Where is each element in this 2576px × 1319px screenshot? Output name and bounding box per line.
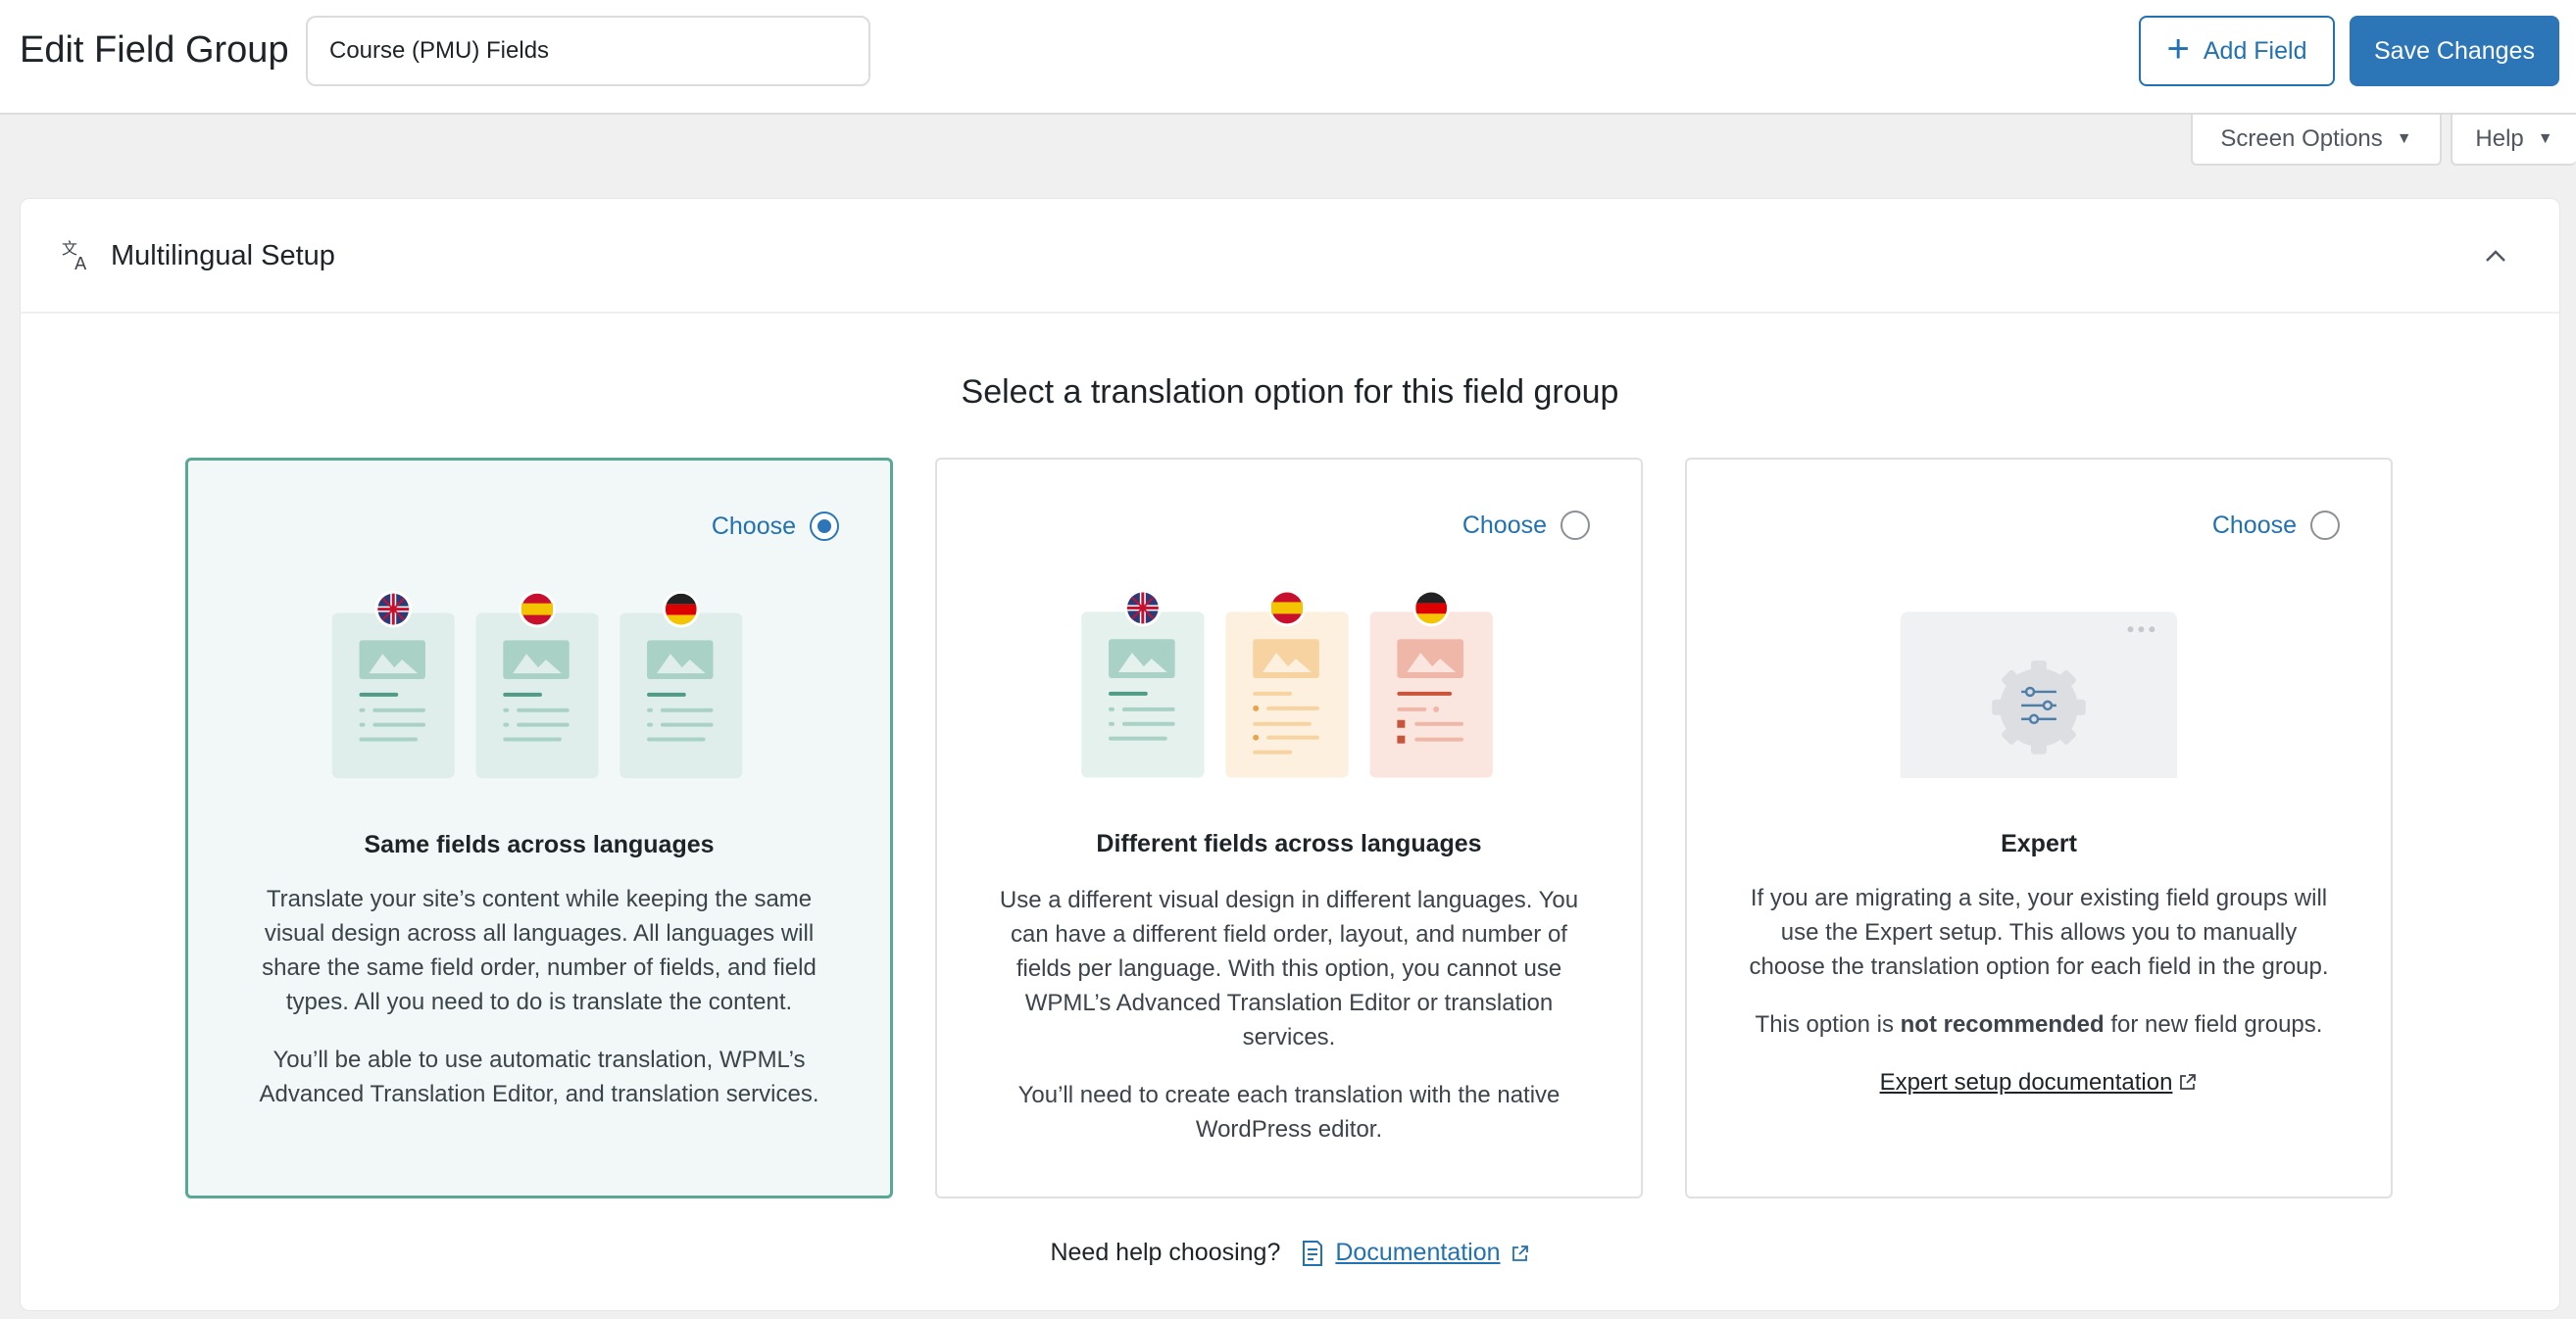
- screen-options-label: Screen Options: [2220, 125, 2383, 152]
- caret-down-icon: ▼: [2537, 130, 2553, 147]
- documentation-link[interactable]: Documentation: [1335, 1239, 1500, 1267]
- add-field-label: Add Field: [2203, 36, 2307, 65]
- option-name: Same fields across languages: [364, 831, 715, 858]
- choose-option[interactable]: Choose: [1462, 511, 1590, 540]
- help-button[interactable]: Help ▼: [2451, 115, 2576, 166]
- chevron-up-icon[interactable]: [2481, 242, 2510, 271]
- radio-same-fields[interactable]: [810, 512, 839, 541]
- svg-text:A: A: [74, 254, 87, 271]
- choose-label: Choose: [711, 512, 796, 540]
- not-recommended-text: not recommended: [1900, 1011, 2105, 1038]
- option-description-2: You’ll need to create each translation w…: [1017, 1082, 1560, 1143]
- option-description: If you are migrating a site, your existi…: [1746, 881, 2332, 1099]
- option-description-1: Translate your site’s content while keep…: [262, 886, 817, 1015]
- expert-setup-documentation-link[interactable]: Expert setup documentation: [1880, 1069, 2173, 1096]
- option-card-expert[interactable]: Choose Expert If you are migrating a sit…: [1685, 458, 2393, 1198]
- desc-text: for new field groups.: [2104, 1011, 2323, 1038]
- plus-icon: +: [2166, 27, 2190, 71]
- external-link-icon: [2180, 1074, 2197, 1090]
- external-link-icon: [1511, 1245, 1528, 1261]
- choose-label: Choose: [2211, 511, 2297, 539]
- option-name: Different fields across languages: [1096, 830, 1482, 857]
- multilingual-setup-panel: 文 A Multilingual Setup Select a translat…: [20, 198, 2560, 1311]
- option-description: Translate your site’s content while keep…: [247, 882, 831, 1111]
- section-heading: Select a translation option for this fie…: [961, 373, 1619, 411]
- option-card-same-fields[interactable]: Choose Same fields across languages Tran…: [185, 458, 893, 1198]
- translate-icon: 文 A: [62, 239, 87, 271]
- choose-option[interactable]: Choose: [712, 512, 839, 541]
- option-description: Use a different visual design in differe…: [996, 883, 1582, 1147]
- help-label: Help: [2475, 125, 2524, 152]
- same-fields-illustration: [331, 590, 743, 779]
- option-description-1: Use a different visual design in differe…: [999, 887, 1579, 1050]
- option-description-1: If you are migrating a site, your existi…: [1749, 885, 2329, 980]
- add-field-button[interactable]: + Add Field: [2139, 16, 2335, 86]
- caret-down-icon: ▼: [2396, 130, 2412, 147]
- field-group-title-input[interactable]: Course (PMU) Fields: [306, 16, 870, 86]
- top-bar: Edit Field Group Course (PMU) Fields + A…: [0, 0, 2576, 115]
- choose-label: Choose: [1461, 511, 1547, 539]
- different-fields-illustration: [1081, 589, 1493, 778]
- option-card-different-fields[interactable]: Choose Different fields across languages…: [935, 458, 1643, 1198]
- help-text: Need help choosing?: [1050, 1239, 1281, 1266]
- panel-header[interactable]: 文 A Multilingual Setup: [21, 199, 2559, 314]
- option-name: Expert: [2001, 830, 2077, 857]
- option-description-2: You’ll be able to use automatic translat…: [259, 1047, 819, 1107]
- panel-title: Multilingual Setup: [111, 240, 335, 271]
- option-description-2: This option is not recommended for new f…: [1746, 1007, 2332, 1042]
- page-title: Edit Field Group: [20, 29, 289, 71]
- choose-option[interactable]: Choose: [2212, 511, 2340, 540]
- screen-options-button[interactable]: Screen Options ▼: [2191, 115, 2442, 166]
- expert-doc-link-row: Expert setup documentation: [1746, 1065, 2332, 1099]
- radio-expert[interactable]: [2310, 511, 2340, 540]
- expert-settings-illustration: [1900, 611, 2178, 778]
- document-icon: [1303, 1240, 1323, 1266]
- desc-text: This option is: [1755, 1011, 1901, 1038]
- radio-different-fields[interactable]: [1560, 511, 1590, 540]
- help-row: Need help choosing? Documentation: [21, 1239, 2559, 1267]
- save-changes-button[interactable]: Save Changes: [2350, 16, 2559, 86]
